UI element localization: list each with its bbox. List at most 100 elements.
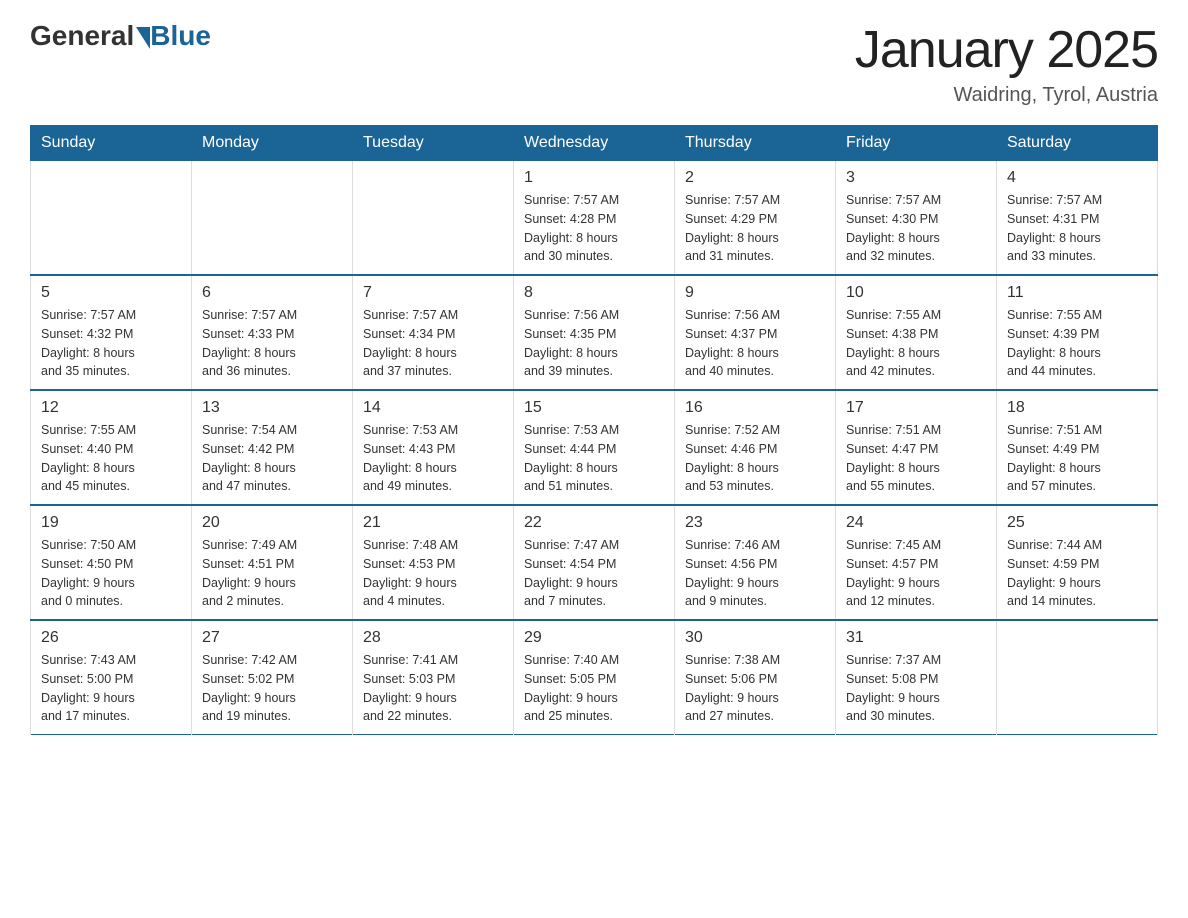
calendar-day-29: 29Sunrise: 7:40 AM Sunset: 5:05 PM Dayli… [514,620,675,735]
calendar-day-6: 6 Sunrise: 7:57 AM Sunset: 4:33 PM Daylig… [192,275,353,390]
day-info: Sunrise: 7:55 AM Sunset: 4:40 PM Dayligh… [41,421,181,496]
day-info: Sunrise: 7:47 AM Sunset: 4:54 PM Dayligh… [524,536,664,611]
day-info: Sunrise: 7:48 AM Sunset: 4:53 PM Dayligh… [363,536,503,611]
day-info: Sunrise: 7:49 AM Sunset: 4:51 PM Dayligh… [202,536,342,611]
day-info: Sunrise: 7:51 AM Sunset: 4:49 PM Dayligh… [1007,421,1147,496]
day-number: 22 [524,514,664,532]
day-info: Sunrise: 7:37 AM Sunset: 5:08 PM Dayligh… [846,651,986,726]
calendar-day-13: 13 Sunrise: 7:54 AM Sunset: 4:42 PM Dayli… [192,390,353,505]
calendar-header-row: SundayMondayTuesdayWednesdayThursdayFrid… [31,126,1158,161]
day-number: 10 [846,284,986,302]
calendar-day-16: 16 Sunrise: 7:52 AM Sunset: 4:46 PM Dayli… [675,390,836,505]
day-number: 11 [1007,284,1147,302]
day-info: Sunrise: 7:38 AM Sunset: 5:06 PM Dayligh… [685,651,825,726]
day-info: Sunrise: 7:50 AM Sunset: 4:50 PM Dayligh… [41,536,181,611]
day-number: 26 [41,629,181,647]
day-number: 12 [41,399,181,417]
calendar-day-31: 31 Sunrise: 7:37 AM Sunset: 5:08 PM Dayli… [836,620,997,735]
calendar-empty-cell [31,161,192,276]
day-number: 30 [685,629,825,647]
calendar-day-3: 3 Sunrise: 7:57 AM Sunset: 4:30 PM Daylig… [836,161,997,276]
day-info: Sunrise: 7:57 AM Sunset: 4:33 PM Dayligh… [202,306,342,381]
calendar-day-2: 2 Sunrise: 7:57 AM Sunset: 4:29 PM Daylig… [675,161,836,276]
day-number: 6 [202,284,342,302]
calendar-day-1: 1Sunrise: 7:57 AM Sunset: 4:28 PM Daylig… [514,161,675,276]
day-info: Sunrise: 7:57 AM Sunset: 4:30 PM Dayligh… [846,191,986,266]
calendar-day-20: 20 Sunrise: 7:49 AM Sunset: 4:51 PM Dayli… [192,505,353,620]
day-number: 20 [202,514,342,532]
header-day-saturday: Saturday [997,126,1158,161]
calendar-day-11: 11Sunrise: 7:55 AM Sunset: 4:39 PM Dayli… [997,275,1158,390]
day-number: 31 [846,629,986,647]
calendar-empty-cell [353,161,514,276]
day-info: Sunrise: 7:55 AM Sunset: 4:38 PM Dayligh… [846,306,986,381]
header-day-friday: Friday [836,126,997,161]
header-day-monday: Monday [192,126,353,161]
calendar-day-9: 9Sunrise: 7:56 AM Sunset: 4:37 PM Daylig… [675,275,836,390]
page-header: General Blue January 2025 Waidring, Tyro… [30,20,1158,107]
day-info: Sunrise: 7:56 AM Sunset: 4:35 PM Dayligh… [524,306,664,381]
calendar-empty-cell [192,161,353,276]
calendar-subtitle: Waidring, Tyrol, Austria [855,84,1158,107]
day-number: 4 [1007,169,1147,187]
day-number: 2 [685,169,825,187]
day-info: Sunrise: 7:43 AM Sunset: 5:00 PM Dayligh… [41,651,181,726]
day-info: Sunrise: 7:53 AM Sunset: 4:43 PM Dayligh… [363,421,503,496]
day-number: 29 [524,629,664,647]
day-number: 28 [363,629,503,647]
day-info: Sunrise: 7:53 AM Sunset: 4:44 PM Dayligh… [524,421,664,496]
logo-general-text: General [30,20,134,52]
calendar-day-19: 19Sunrise: 7:50 AM Sunset: 4:50 PM Dayli… [31,505,192,620]
day-info: Sunrise: 7:46 AM Sunset: 4:56 PM Dayligh… [685,536,825,611]
day-number: 25 [1007,514,1147,532]
title-block: January 2025 Waidring, Tyrol, Austria [855,20,1158,107]
day-number: 18 [1007,399,1147,417]
calendar-day-18: 18 Sunrise: 7:51 AM Sunset: 4:49 PM Dayli… [997,390,1158,505]
calendar-day-30: 30 Sunrise: 7:38 AM Sunset: 5:06 PM Dayli… [675,620,836,735]
day-number: 13 [202,399,342,417]
day-info: Sunrise: 7:41 AM Sunset: 5:03 PM Dayligh… [363,651,503,726]
day-number: 5 [41,284,181,302]
day-info: Sunrise: 7:52 AM Sunset: 4:46 PM Dayligh… [685,421,825,496]
day-info: Sunrise: 7:57 AM Sunset: 4:32 PM Dayligh… [41,306,181,381]
day-info: Sunrise: 7:57 AM Sunset: 4:34 PM Dayligh… [363,306,503,381]
header-day-wednesday: Wednesday [514,126,675,161]
logo-triangle-icon [136,27,150,49]
day-info: Sunrise: 7:42 AM Sunset: 5:02 PM Dayligh… [202,651,342,726]
calendar-day-26: 26 Sunrise: 7:43 AM Sunset: 5:00 PM Dayli… [31,620,192,735]
logo: General Blue [30,20,211,52]
day-number: 17 [846,399,986,417]
day-number: 24 [846,514,986,532]
day-info: Sunrise: 7:54 AM Sunset: 4:42 PM Dayligh… [202,421,342,496]
calendar-day-28: 28 Sunrise: 7:41 AM Sunset: 5:03 PM Dayli… [353,620,514,735]
day-number: 7 [363,284,503,302]
day-number: 14 [363,399,503,417]
day-number: 15 [524,399,664,417]
calendar-week-row: 12 Sunrise: 7:55 AM Sunset: 4:40 PM Dayli… [31,390,1158,505]
day-info: Sunrise: 7:57 AM Sunset: 4:29 PM Dayligh… [685,191,825,266]
calendar-day-23: 23Sunrise: 7:46 AM Sunset: 4:56 PM Dayli… [675,505,836,620]
day-info: Sunrise: 7:57 AM Sunset: 4:28 PM Dayligh… [524,191,664,266]
calendar-week-row: 19Sunrise: 7:50 AM Sunset: 4:50 PM Dayli… [31,505,1158,620]
day-info: Sunrise: 7:45 AM Sunset: 4:57 PM Dayligh… [846,536,986,611]
header-day-sunday: Sunday [31,126,192,161]
calendar-day-4: 4 Sunrise: 7:57 AM Sunset: 4:31 PM Daylig… [997,161,1158,276]
calendar-day-12: 12 Sunrise: 7:55 AM Sunset: 4:40 PM Dayli… [31,390,192,505]
calendar-day-17: 17Sunrise: 7:51 AM Sunset: 4:47 PM Dayli… [836,390,997,505]
day-number: 3 [846,169,986,187]
day-number: 9 [685,284,825,302]
calendar-day-22: 22 Sunrise: 7:47 AM Sunset: 4:54 PM Dayli… [514,505,675,620]
day-number: 21 [363,514,503,532]
day-number: 8 [524,284,664,302]
day-info: Sunrise: 7:57 AM Sunset: 4:31 PM Dayligh… [1007,191,1147,266]
calendar-day-15: 15 Sunrise: 7:53 AM Sunset: 4:44 PM Dayli… [514,390,675,505]
day-number: 27 [202,629,342,647]
calendar-week-row: 5 Sunrise: 7:57 AM Sunset: 4:32 PM Daylig… [31,275,1158,390]
header-day-thursday: Thursday [675,126,836,161]
calendar-week-row: 26 Sunrise: 7:43 AM Sunset: 5:00 PM Dayli… [31,620,1158,735]
header-day-tuesday: Tuesday [353,126,514,161]
calendar-day-8: 8 Sunrise: 7:56 AM Sunset: 4:35 PM Daylig… [514,275,675,390]
logo-blue-text: Blue [150,20,211,52]
day-info: Sunrise: 7:44 AM Sunset: 4:59 PM Dayligh… [1007,536,1147,611]
day-number: 16 [685,399,825,417]
